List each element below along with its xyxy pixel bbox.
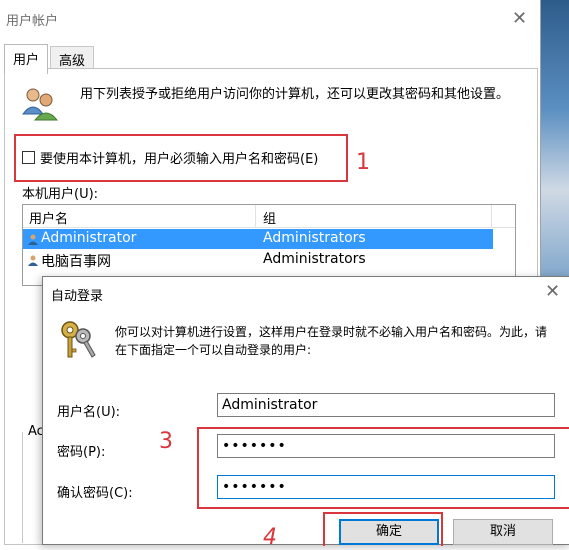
cancel-button[interactable]: 取消 [453,519,553,545]
users-icon [22,88,59,121]
user-icon [28,255,38,266]
groupbox-border [22,432,23,543]
annotation-number-3: 3 [159,429,173,454]
local-users-label: 本机用户(U): [22,187,99,202]
users-list[interactable]: 用户名 组 Administrator Administrators 电脑百事网… [22,204,516,286]
tab-bar: 用户 高级 [0,40,540,74]
username-input[interactable]: Administrator [217,393,555,417]
confirm-password-label: 确认密码(C): [57,486,133,501]
annotation-box-1 [14,134,348,182]
column-header-username[interactable]: 用户名 [29,208,68,227]
row-username: 电脑百事网 [41,254,111,270]
annotation-number-4: 4 [263,525,277,550]
dialog-title: 自动登录 [51,289,104,304]
tab-users[interactable]: 用户 [4,44,49,74]
row-username: Administrator [41,230,137,246]
window-title: 用户帐户 [6,14,59,29]
description-text: 用下列表授予或拒绝用户访问你的计算机，还可以更改其密码和其他设置。 [80,87,510,102]
row-group: Administrators [263,230,366,246]
password-label: 密码(P): [57,445,106,460]
annotation-number-1: 1 [356,150,370,175]
column-header-group[interactable]: 组 [263,208,276,227]
username-label: 用户名(U): [57,405,121,420]
row-group: Administrators [263,251,366,267]
column-divider [491,205,492,227]
table-row[interactable]: Administrator Administrators [23,229,493,249]
list-header: 用户名 组 [23,205,515,228]
auto-login-dialog: 自动登录 ✕ 你可以对计算机进行设置，这样用户在登录时就不必输入用户名和密码。为… [42,276,569,550]
column-divider [255,205,256,227]
annotation-box-3 [197,427,569,509]
close-icon[interactable]: ✕ [545,283,560,301]
annotation-box-4 [323,512,443,546]
user-icon [28,234,38,245]
dialog-description: 你可以对计算机进行设置，这样用户在登录时就不必输入用户名和密码。为此，请在下面指… [115,325,548,357]
close-icon[interactable]: ✕ [512,10,527,28]
keys-icon [61,321,96,358]
table-row[interactable]: 电脑百事网 Administrators [23,250,493,270]
